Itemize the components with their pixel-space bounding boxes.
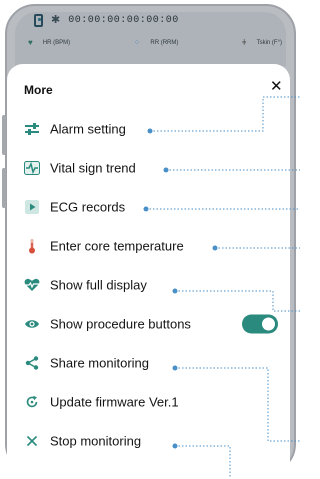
procedure-buttons-toggle[interactable] [242,314,278,334]
share-icon [24,355,40,371]
heart-pulse-icon [24,277,40,293]
menu-item-ecg-records[interactable]: ECG records [7,191,290,223]
vital-label: Tskin (F°) [256,39,282,46]
close-icon [24,433,40,449]
lungs-icon: ⁘ [133,38,141,47]
more-sheet: More ✕ Alarm setting Vital sign trend EC… [7,64,290,479]
menu-item-show-full-display[interactable]: Show full display [7,269,290,301]
device-status: ✱ 00:00:00:00:00:00 [34,14,179,27]
menu-item-label: Stop monitoring [50,433,142,449]
close-button[interactable]: ✕ [270,79,283,94]
menu-item-core-temperature[interactable]: Enter core temperature [7,230,290,262]
heart-trend-icon [24,160,40,176]
bluetooth-icon: ✱ [51,14,61,26]
sheet-title: More [24,83,53,97]
menu-item-label: Enter core temperature [50,238,184,254]
menu-item-show-procedure-buttons[interactable]: Show procedure buttons [7,308,290,340]
menu-item-alarm-setting[interactable]: Alarm setting [7,113,290,145]
vitals-row: ♥ HR (BPM) ⁘ RR (RRM) ǂ Tskin (F°) [28,38,282,47]
menu-item-label: Vital sign trend [50,160,136,176]
thermometer-icon [24,238,40,254]
vital-rr: ⁘ RR (RRM) [134,38,179,47]
menu-item-label: Show procedure buttons [50,316,191,332]
device-id: 00:00:00:00:00:00 [68,15,179,26]
vital-label: RR (RRM) [150,39,179,46]
menu-item-update-firmware[interactable]: Update firmware Ver.1 [7,386,290,418]
menu-item-label: Alarm setting [50,121,126,137]
toggle-knob [262,317,275,331]
device-icon [34,14,43,27]
menu-item-label: ECG records [50,199,126,215]
menu-item-share-monitoring[interactable]: Share monitoring [7,347,290,379]
menu-item-label: Update firmware Ver.1 [50,394,179,410]
vital-hr: ♥ HR (BPM) [28,38,70,47]
phone-side-button [2,115,6,155]
menu-item-stop-monitoring[interactable]: Stop monitoring [7,425,290,457]
thermometer-icon: ǂ [241,38,247,47]
eye-icon [24,316,40,332]
menu-item-label: Share monitoring [50,355,149,371]
menu-item-label: Show full display [50,277,147,293]
vital-temp: ǂ Tskin (F°) [242,38,282,47]
heart-icon: ♥ [28,38,33,47]
phone-side-button [2,168,6,208]
menu-item-vital-sign-trend[interactable]: Vital sign trend [7,152,290,184]
vital-label: HR (BPM) [42,39,71,46]
play-icon [24,199,40,215]
sliders-icon [24,121,40,137]
refresh-icon [24,394,40,410]
